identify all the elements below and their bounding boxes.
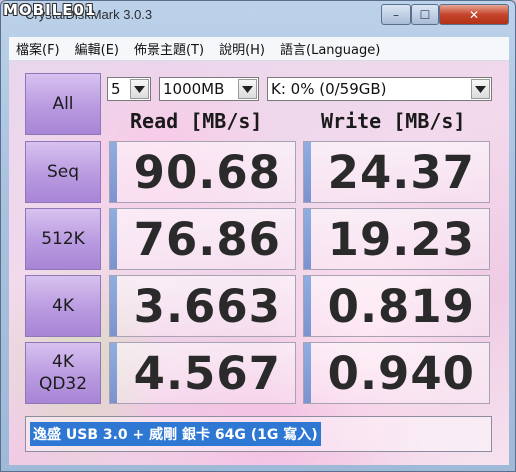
4k-button[interactable]: 4K [25,275,101,337]
row-label-2: QD32 [38,374,88,394]
count-select[interactable]: 5 [107,77,151,101]
size-value: 1000MB [163,80,225,98]
menu-theme[interactable]: 佈景主題(T) [127,39,212,58]
menu-edit[interactable]: 編輯(E) [68,39,127,58]
chevron-down-icon [238,79,257,99]
read-result: 90.68 [133,145,281,199]
write-result: 24.37 [327,145,475,199]
write-result: 0.940 [327,346,475,400]
progress-bar [110,343,117,403]
app-window: CrystalDiskMark 3.0.3 MOBILE01 – ☐ ✕ 檔案(… [0,0,516,472]
write-result: 19.23 [327,212,475,266]
row-label: 512K [41,229,85,249]
write-result: 0.819 [327,279,475,333]
minimize-button[interactable]: – [381,4,411,25]
row-label: 4K [52,352,74,372]
read-header: Read [MB/s] [130,109,263,133]
comment-input[interactable]: 逸盛 USB 3.0 + 威剛 銀卡 64G (1G 寫入) [25,416,492,452]
chevron-down-icon [471,79,490,99]
progress-bar [110,276,117,336]
title-bar[interactable]: CrystalDiskMark 3.0.3 MOBILE01 – ☐ ✕ [1,1,515,35]
4k-write-value: 0.819 [303,275,490,337]
seq-read-value: 90.68 [109,141,296,203]
512k-write-value: 19.23 [303,208,490,270]
4k-qd32-read-value: 4.567 [109,342,296,404]
read-result: 3.663 [133,279,281,333]
4k-read-value: 3.663 [109,275,296,337]
read-result: 4.567 [133,346,281,400]
progress-bar [110,142,117,202]
all-button-label: All [52,94,74,114]
4k-qd32-write-value: 0.940 [303,342,490,404]
row-label: Seq [46,162,80,182]
main-panel: All 5 1000MB K: 0% (0/59GB) Read [MB/s] … [9,61,509,465]
row-label: 4K [52,296,74,316]
progress-bar [110,209,117,269]
menu-help[interactable]: 說明(H) [212,39,273,58]
menu-bar: 檔案(F) 編輯(E) 佈景主題(T) 說明(H) 語言(Language) [9,37,509,61]
menu-file[interactable]: 檔案(F) [9,39,68,58]
chevron-down-icon [130,79,149,99]
drive-select[interactable]: K: 0% (0/59GB) [267,77,492,101]
watermark-logo: MOBILE01 [3,1,97,19]
progress-bar [304,209,311,269]
count-value: 5 [111,80,121,98]
size-select[interactable]: 1000MB [159,77,259,101]
close-button[interactable]: ✕ [439,4,509,25]
512k-button[interactable]: 512K [25,208,101,270]
512k-read-value: 76.86 [109,208,296,270]
comment-text: 逸盛 USB 3.0 + 威剛 銀卡 64G (1G 寫入) [30,422,321,446]
drive-value: K: 0% (0/59GB) [271,80,387,98]
maximize-button[interactable]: ☐ [411,4,439,25]
progress-bar [304,276,311,336]
all-button[interactable]: All [25,73,101,135]
read-result: 76.86 [133,212,281,266]
seq-write-value: 24.37 [303,141,490,203]
4k-qd32-button[interactable]: 4K QD32 [25,342,101,404]
progress-bar [304,343,311,403]
progress-bar [304,142,311,202]
write-header: Write [MB/s] [321,109,466,133]
seq-button[interactable]: Seq [25,141,101,203]
menu-language[interactable]: 語言(Language) [273,39,388,58]
